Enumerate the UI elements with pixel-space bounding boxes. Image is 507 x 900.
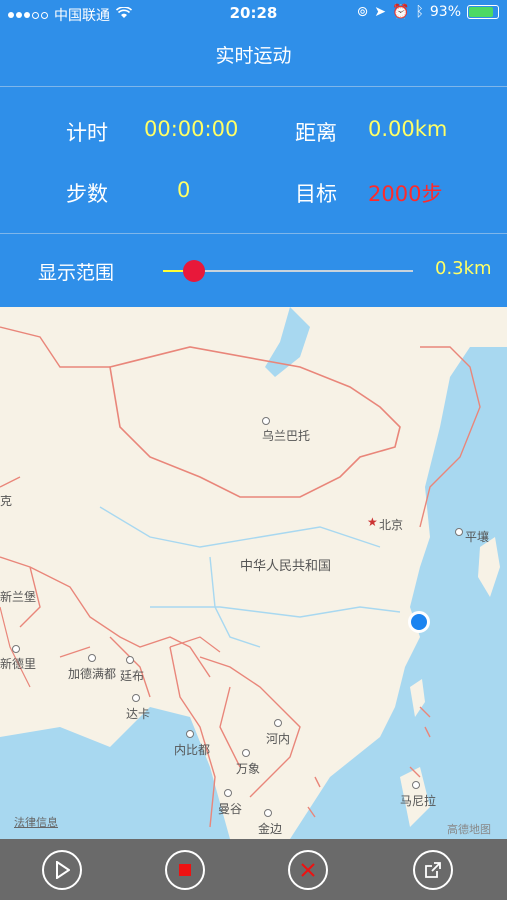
header-panel: 中国联通 20:28 ⊚ ➤ ⏰ ᛒ 93% 实时运动 计时 00:00:00 … xyxy=(0,0,507,307)
steps-label: 步数 xyxy=(66,182,108,206)
city-thimphu xyxy=(126,656,134,664)
city-manila xyxy=(412,781,420,789)
label-manila: 马尼拉 xyxy=(400,794,437,808)
label-china: 中华人民共和国 xyxy=(240,559,332,574)
map-view[interactable]: 乌兰巴托 ★ 北京 平壤 中华人民共和国 新兰堡 新德里 加德满都 廷布 达卡 … xyxy=(0,307,507,839)
label-vientiane: 万象 xyxy=(236,762,261,776)
city-dhaka xyxy=(132,694,140,702)
city-marker-icon xyxy=(412,781,420,789)
close-icon xyxy=(301,863,315,877)
label-thimphu: 廷布 xyxy=(120,669,145,683)
city-hanoi xyxy=(274,719,282,727)
city-bangkok xyxy=(224,789,232,797)
label-dhaka: 达卡 xyxy=(126,707,151,721)
bluetooth-icon: ᛒ xyxy=(415,4,424,20)
alarm-icon: ⏰ xyxy=(392,4,410,20)
city-pyongyang xyxy=(455,528,463,536)
label-naypyidaw: 内比都 xyxy=(174,743,211,757)
location-arrow-icon: ➤ xyxy=(374,4,387,20)
battery-icon xyxy=(467,5,499,19)
current-location-dot xyxy=(408,611,430,633)
label-phnompenh: 金边 xyxy=(258,822,283,836)
distance-value: 0.00km xyxy=(368,117,448,141)
distance-label: 距离 xyxy=(295,121,337,145)
city-marker-icon xyxy=(88,654,96,662)
steps-value: 0 xyxy=(177,178,191,202)
page-title: 实时运动 xyxy=(215,45,292,67)
capital-star-icon: ★ xyxy=(367,515,378,529)
time-label: 计时 xyxy=(66,121,108,145)
label-hanoi: 河内 xyxy=(266,732,291,746)
city-marker-icon xyxy=(132,694,140,702)
cancel-button[interactable] xyxy=(288,850,328,890)
label-bangkok: 曼谷 xyxy=(218,802,243,816)
time-value: 00:00:00 xyxy=(144,117,239,141)
battery-percent: 93% xyxy=(429,4,461,20)
city-marker-icon xyxy=(186,730,194,738)
label-beijing: 北京 xyxy=(379,518,404,532)
label-ulaanbaatar: 乌兰巴托 xyxy=(262,429,311,443)
label-xinlanbao: 新兰堡 xyxy=(0,590,37,604)
city-marker-icon xyxy=(242,749,250,757)
legal-link[interactable]: 法律信息 xyxy=(14,814,58,830)
city-naypyidaw xyxy=(186,730,194,738)
city-marker-icon xyxy=(126,656,134,664)
header-divider xyxy=(0,86,507,87)
label-pyongyang: 平壤 xyxy=(465,530,490,544)
label-newdelhi: 新德里 xyxy=(0,657,37,671)
share-icon xyxy=(425,862,441,878)
stop-icon xyxy=(179,864,191,876)
map-brand: 高德地图 xyxy=(447,823,491,836)
city-phnompenh xyxy=(264,809,272,817)
range-value: 0.3km xyxy=(435,258,492,279)
city-newdelhi xyxy=(12,645,20,653)
city-ulaanbaatar xyxy=(262,417,270,425)
play-button[interactable] xyxy=(42,850,82,890)
label-partial-west: 克 xyxy=(0,494,13,508)
slider-thumb[interactable] xyxy=(183,260,206,282)
label-kathmandu: 加德满都 xyxy=(68,667,117,681)
status-bar: 中国联通 20:28 ⊚ ➤ ⏰ ᛒ 93% xyxy=(0,0,507,28)
city-marker-icon xyxy=(224,789,232,797)
stop-button[interactable] xyxy=(165,850,205,890)
city-marker-icon xyxy=(12,645,20,653)
range-slider[interactable] xyxy=(163,260,413,282)
play-icon xyxy=(56,861,70,879)
goal-value: 2000步 xyxy=(368,182,443,206)
city-marker-icon xyxy=(455,528,463,536)
city-marker-icon xyxy=(262,417,270,425)
city-marker-icon xyxy=(274,719,282,727)
share-button[interactable] xyxy=(413,850,453,890)
bottom-toolbar xyxy=(0,839,507,900)
goal-label: 目标 xyxy=(295,182,337,206)
stats-divider xyxy=(0,233,507,234)
city-kathmandu xyxy=(88,654,96,662)
range-label: 显示范围 xyxy=(38,262,115,284)
orientation-lock-icon: ⊚ xyxy=(356,4,369,20)
city-marker-icon xyxy=(264,809,272,817)
city-vientiane xyxy=(242,749,250,757)
